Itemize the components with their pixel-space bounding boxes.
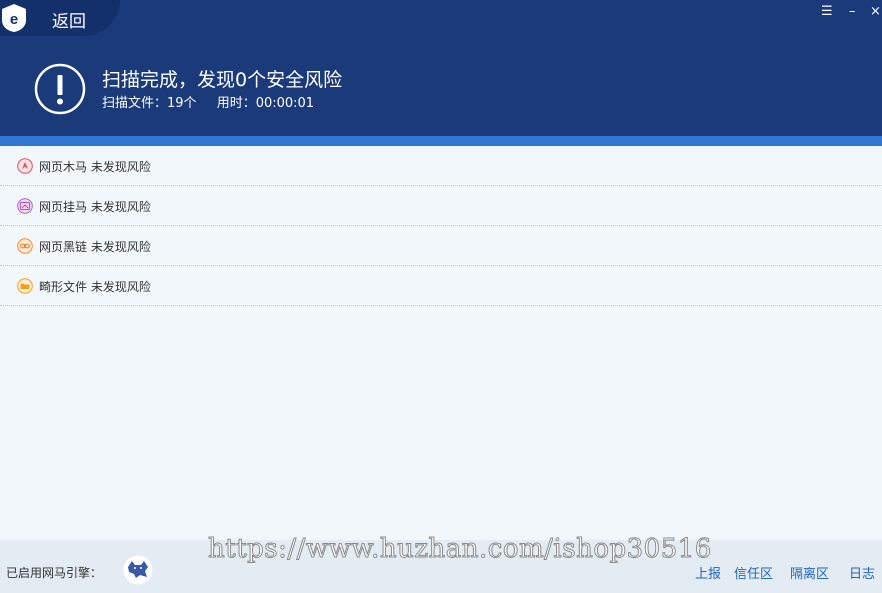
watermark-text: https://www.huzhan.com/ishop30516 — [208, 534, 712, 565]
log-link[interactable]: 日志 — [849, 563, 875, 582]
result-row-hang-horse: 网页挂马 未发现风险 — [0, 186, 882, 226]
report-link[interactable]: 上报 — [695, 563, 721, 582]
result-row-dark-link: 网页黑链 未发现风险 — [0, 226, 882, 266]
files-scanned-count: 扫描文件：19个 — [102, 96, 197, 111]
close-icon[interactable]: × — [870, 4, 881, 19]
result-label: 网页木马 未发现风险 — [39, 160, 151, 174]
result-row-deformed-file: 畸形文件 未发现风险 — [0, 266, 882, 306]
dark-link-icon — [17, 238, 33, 254]
result-label: 畸形文件 未发现风险 — [39, 280, 151, 294]
elapsed-time: 用时：00:00:01 — [216, 96, 315, 111]
accent-bar — [0, 136, 882, 146]
scan-result-title: 扫描完成，发现0个安全风险 — [102, 69, 343, 91]
hang-horse-icon — [17, 198, 33, 214]
engine-wolf-icon — [123, 555, 153, 585]
result-label: 网页挂马 未发现风险 — [39, 200, 151, 214]
minimize-icon[interactable]: – — [849, 4, 856, 19]
alert-circle-icon — [34, 63, 86, 115]
footer-bar: 已启用网马引擎： https://www.huzhan.com/ishop305… — [0, 534, 882, 593]
header-banner: e 返回 ☰ – × 扫描完成，发现0个安全风险 扫描文件：19个 用时：00:… — [0, 0, 882, 136]
deformed-file-icon — [17, 278, 33, 294]
quarantine-link[interactable]: 隔离区 — [790, 563, 829, 582]
app-logo-icon: e — [2, 4, 26, 32]
trust-zone-link[interactable]: 信任区 — [734, 563, 773, 582]
result-row-trojan: 网页木马 未发现风险 — [0, 146, 882, 186]
menu-icon[interactable]: ☰ — [821, 4, 833, 19]
trojan-icon — [17, 158, 33, 174]
back-tab[interactable]: e 返回 — [0, 0, 120, 36]
scan-results-list: 网页木马 未发现风险 网页挂马 未发现风险 网页黑链 未发现风险 畸形文件 未发… — [0, 146, 882, 306]
result-label: 网页黑链 未发现风险 — [39, 240, 151, 254]
engine-status-label: 已启用网马引擎： — [6, 566, 103, 580]
scan-stats: 扫描文件：19个 用时：00:00:01 — [102, 92, 330, 111]
svg-text:e: e — [10, 11, 18, 28]
back-button[interactable]: 返回 — [52, 7, 86, 32]
